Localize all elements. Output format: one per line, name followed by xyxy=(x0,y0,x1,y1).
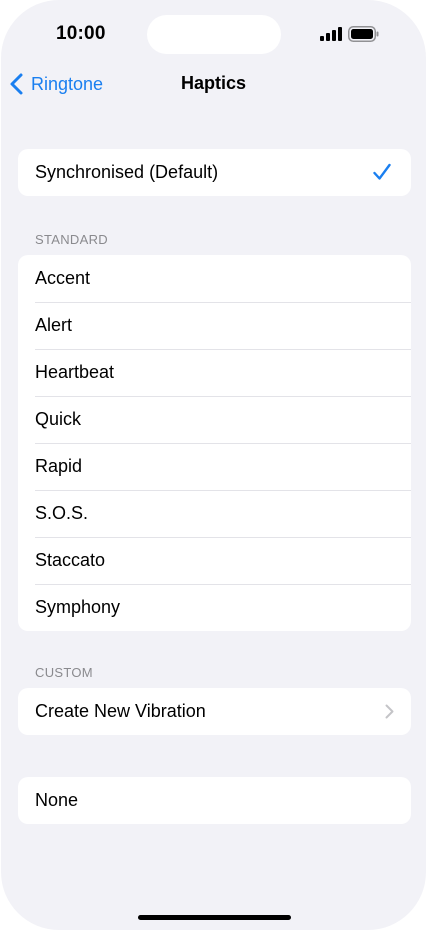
row-label: S.O.S. xyxy=(35,503,89,523)
checkmark-icon xyxy=(373,163,391,180)
sync-group: Synchronised (Default) xyxy=(18,149,411,196)
status-time: 10:00 xyxy=(56,23,106,44)
dynamic-island xyxy=(147,15,281,54)
none-group: None xyxy=(18,777,411,824)
row-label: Staccato xyxy=(35,550,106,570)
page-title: Haptics xyxy=(180,73,247,93)
haptic-option-symphony[interactable]: Symphony xyxy=(18,584,411,631)
haptic-option-sos[interactable]: S.O.S. xyxy=(18,490,411,537)
haptic-option-accent[interactable]: Accent xyxy=(18,255,411,302)
custom-group: Create New Vibration xyxy=(18,688,411,735)
haptic-option-alert[interactable]: Alert xyxy=(18,302,411,349)
haptic-option-quick[interactable]: Quick xyxy=(18,396,411,443)
create-new-vibration-row[interactable]: Create New Vibration xyxy=(18,688,411,735)
home-indicator[interactable] xyxy=(138,915,291,920)
row-label: Symphony xyxy=(35,597,121,617)
row-label: Heartbeat xyxy=(35,362,115,382)
row-label: Accent xyxy=(35,268,91,288)
cellular-signal-icon xyxy=(320,27,342,41)
row-label: None xyxy=(35,790,79,810)
haptic-option-heartbeat[interactable]: Heartbeat xyxy=(18,349,411,396)
haptic-option-synchronised[interactable]: Synchronised (Default) xyxy=(18,149,411,196)
row-label: Quick xyxy=(35,409,82,429)
section-header-standard: STANDARD xyxy=(35,232,108,247)
chevron-right-icon xyxy=(385,704,394,719)
row-label: Rapid xyxy=(35,456,83,476)
row-label: Create New Vibration xyxy=(35,701,206,721)
phone-screen: 10:00 Ringtone Haptics Synchronised (Def… xyxy=(1,0,426,930)
haptic-option-none[interactable]: None xyxy=(18,777,411,824)
haptic-option-staccato[interactable]: Staccato xyxy=(18,537,411,584)
haptic-option-rapid[interactable]: Rapid xyxy=(18,443,411,490)
row-label: Synchronised (Default) xyxy=(35,162,219,182)
row-label: Alert xyxy=(35,315,73,335)
standard-group: Accent Alert Heartbeat Quick Rapid S.O.S… xyxy=(18,255,411,631)
battery-icon xyxy=(348,26,379,42)
section-header-custom: CUSTOM xyxy=(35,665,93,680)
